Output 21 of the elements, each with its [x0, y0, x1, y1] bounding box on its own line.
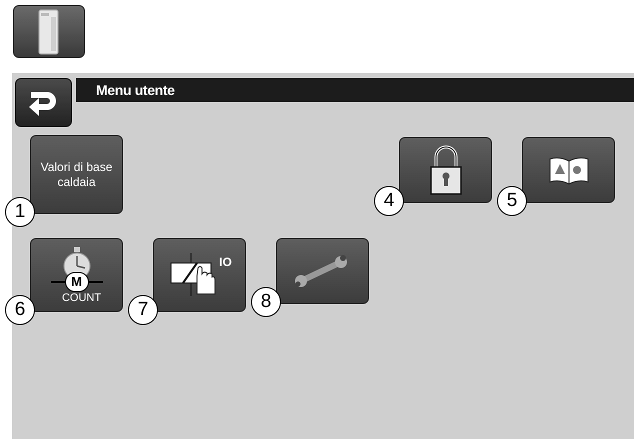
- number-badge: 6: [5, 295, 35, 325]
- number-badge: 7: [128, 295, 158, 325]
- boiler-button[interactable]: [13, 5, 85, 58]
- screen-title: Menu utente: [96, 80, 175, 100]
- io-caption: IO: [219, 254, 232, 271]
- padlock-icon: [428, 144, 464, 196]
- number-badge: 8: [251, 287, 281, 317]
- menu-tile[interactable]: M COUNT: [30, 238, 123, 312]
- back-button[interactable]: [15, 78, 72, 127]
- number-badge: 5: [497, 186, 527, 216]
- menu-tile[interactable]: Valori di base caldaia: [30, 135, 123, 214]
- menu-tile[interactable]: [399, 137, 492, 203]
- boiler-icon: [37, 8, 61, 54]
- number-badge: 4: [374, 186, 404, 216]
- manual-book-icon: [546, 155, 590, 185]
- menu-tile[interactable]: IO: [153, 238, 246, 312]
- menu-tile[interactable]: [522, 137, 615, 203]
- menu-tile[interactable]: [276, 238, 369, 304]
- count-caption: COUNT: [62, 292, 102, 304]
- motor-badge: M: [64, 272, 88, 292]
- number-badge: 1: [5, 197, 35, 227]
